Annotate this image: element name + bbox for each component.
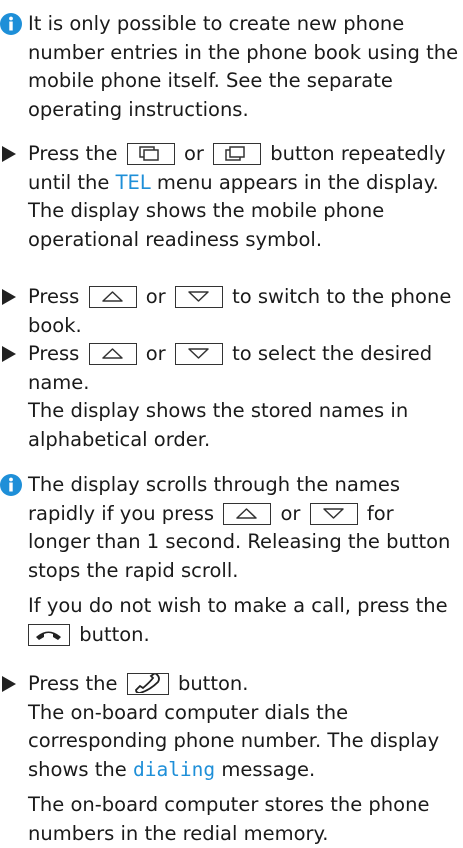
note-2-text: The display scrolls through the names ra…: [28, 471, 461, 649]
up-arrow-key-icon: [88, 286, 137, 308]
step-4-text: Press the button. The on-board computer …: [28, 670, 461, 848]
info-icon: [0, 474, 22, 496]
step-1-result: The display shows the mobile phone opera…: [28, 199, 385, 251]
page-forward-icon: [213, 143, 262, 165]
up-arrow-key-icon: [88, 343, 137, 365]
arrow-bullet-icon: [2, 289, 16, 305]
down-arrow-key-icon: [309, 502, 358, 525]
note-2-paragraph-2: If you do not wish to make a call, press…: [28, 594, 448, 646]
end-call-icon: [28, 623, 70, 646]
up-arrow-key-icon: [223, 502, 272, 525]
step-3-result: The display shows the stored names in al…: [28, 399, 409, 451]
make-call-icon: [126, 673, 169, 695]
step-4-result-2: The on-board computer stores the phone n…: [28, 793, 430, 845]
down-arrow-key-icon: [174, 286, 223, 308]
step-3-text: Press or to select the desired name. The…: [28, 342, 433, 451]
page-back-icon: [126, 143, 175, 165]
note-1-text: It is only possible to create new phone …: [28, 12, 459, 121]
step-2-text: Press or to switch to the phone book.: [28, 285, 452, 337]
info-icon: [0, 13, 22, 35]
tel-menu-label: TEL: [115, 170, 151, 194]
arrow-bullet-icon: [2, 676, 16, 692]
step-1-text: Press the or button repeatedly until the…: [28, 142, 446, 251]
down-arrow-key-icon: [174, 343, 223, 365]
dialing-message: dialing: [132, 757, 216, 781]
arrow-bullet-icon: [2, 146, 16, 162]
arrow-bullet-icon: [2, 346, 16, 362]
